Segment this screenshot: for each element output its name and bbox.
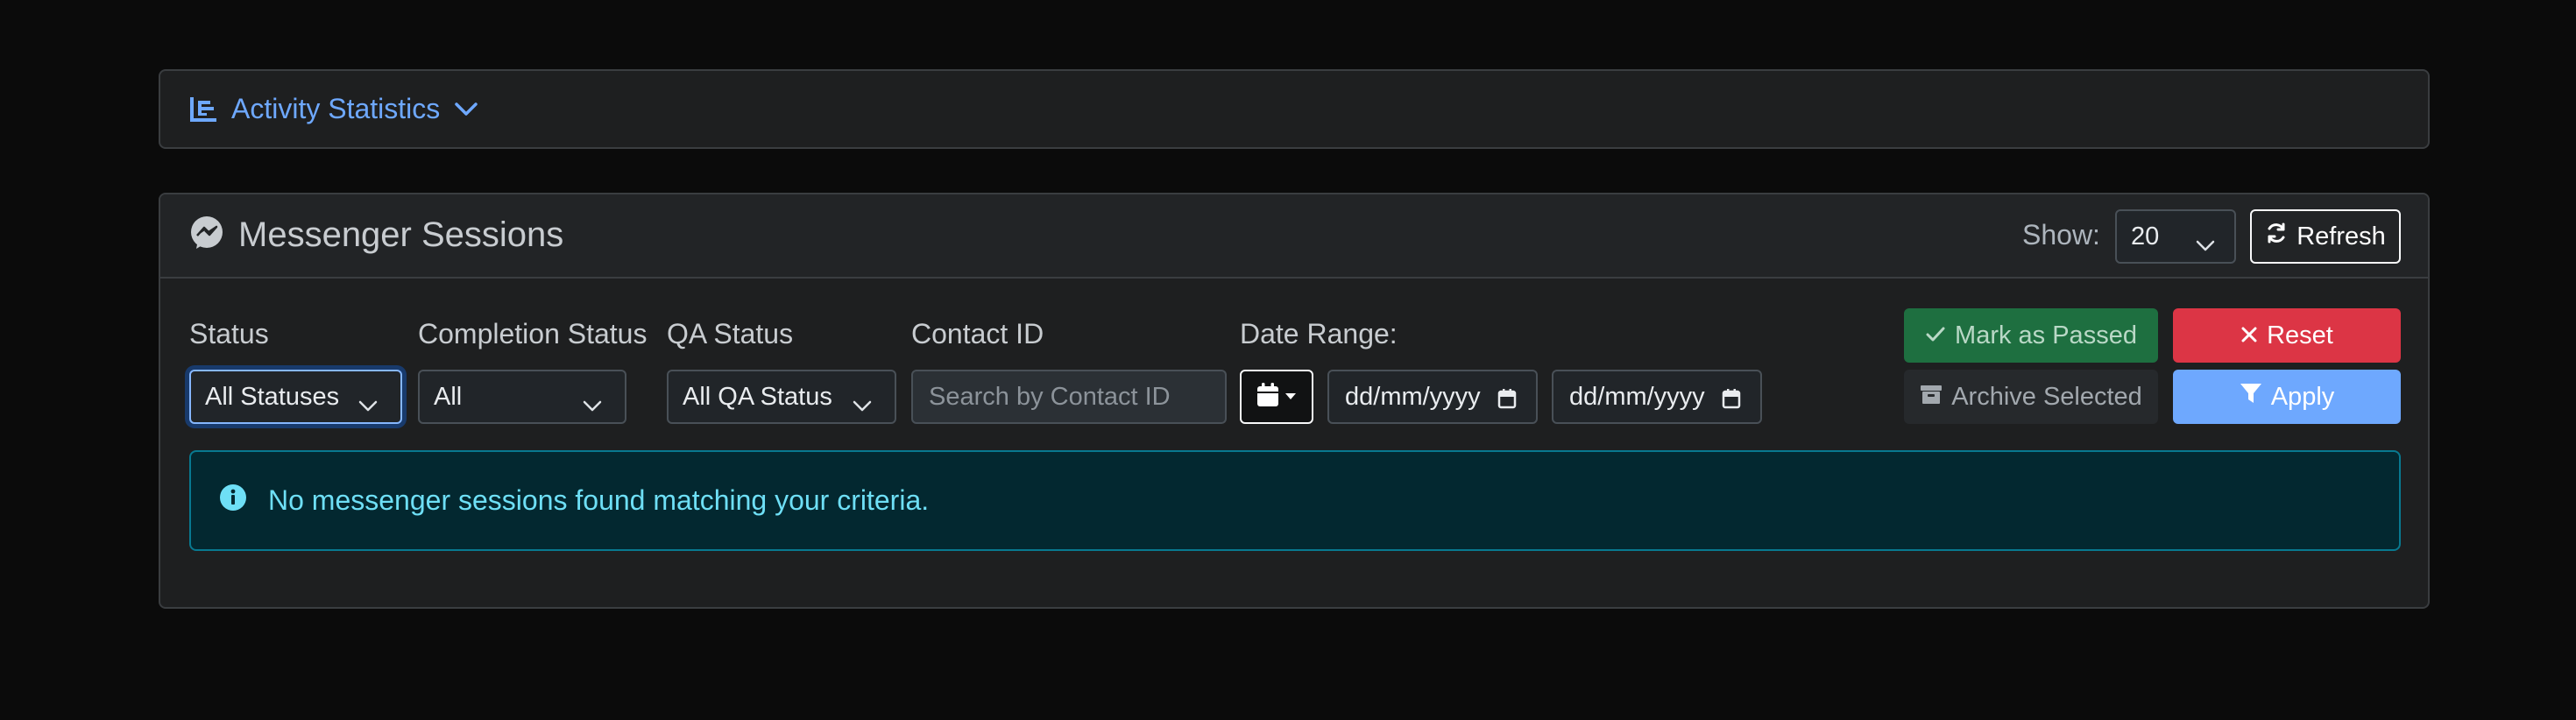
calendar-icon[interactable] [1722, 387, 1741, 416]
chevron-down-icon [358, 391, 378, 420]
contact-id-placeholder: Search by Contact ID [929, 382, 1171, 411]
apply-label: Apply [2270, 382, 2335, 411]
reset-button[interactable]: Reset [2173, 308, 2401, 363]
contact-id-input[interactable]: Search by Contact ID [911, 370, 1227, 424]
refresh-label: Refresh [2296, 222, 2386, 251]
qa-status-select[interactable]: All QA Status [667, 370, 896, 424]
activity-statistics-title: Activity Statistics [231, 93, 441, 124]
chevron-down-icon [2196, 230, 2215, 259]
status-label: Status [189, 318, 269, 349]
contact-id-label: Contact ID [911, 318, 1044, 349]
reset-label: Reset [2267, 321, 2333, 349]
completion-status-value: All [434, 382, 463, 411]
date-preset-dropdown[interactable] [1240, 370, 1313, 424]
qa-status-label: QA Status [667, 318, 794, 349]
sessions-title: Messenger Sessions [189, 215, 563, 255]
page-size-select[interactable]: 20 [2115, 209, 2236, 264]
calendar-icon[interactable] [1497, 387, 1517, 416]
chart-bar-icon [189, 96, 217, 123]
activity-statistics-toggle[interactable]: Activity Statistics [189, 93, 478, 125]
date-to-placeholder: dd/mm/yyyy [1569, 382, 1705, 411]
check-icon [1925, 321, 1946, 350]
apply-button[interactable]: Apply [2173, 370, 2401, 424]
activity-statistics-card: Activity Statistics [159, 69, 2430, 149]
archive-selected-button[interactable]: Archive Selected [1904, 370, 2158, 424]
completion-status-label: Completion Status [418, 318, 648, 349]
mark-as-passed-button[interactable]: Mark as Passed [1904, 308, 2158, 363]
date-from-input[interactable]: dd/mm/yyyy [1327, 370, 1538, 424]
chevron-down-icon [853, 391, 872, 420]
status-select-value: All Statuses [205, 382, 340, 411]
refresh-icon [2265, 222, 2288, 251]
close-icon [2240, 321, 2258, 350]
show-label: Show: [2022, 219, 2100, 251]
info-icon [219, 484, 247, 519]
date-to-input[interactable]: dd/mm/yyyy [1552, 370, 1762, 424]
sessions-header: Messenger Sessions Show: 20 Refresh [160, 194, 2428, 279]
caret-down-icon [1284, 389, 1297, 405]
qa-status-value: All QA Status [683, 382, 832, 411]
page-title: Messenger Sessions [238, 215, 564, 254]
filter-icon [2240, 382, 2262, 412]
mark-as-passed-label: Mark as Passed [1955, 321, 2137, 349]
date-from-placeholder: dd/mm/yyyy [1345, 382, 1481, 411]
chevron-down-icon [454, 102, 478, 117]
calendar-icon [1256, 382, 1279, 412]
messenger-icon [189, 215, 224, 255]
archive-selected-label: Archive Selected [1951, 382, 2142, 411]
no-results-alert: No messenger sessions found matching you… [189, 450, 2401, 551]
alert-message: No messenger sessions found matching you… [268, 484, 930, 516]
date-range-label: Date Range: [1240, 318, 1398, 349]
page-size-value: 20 [2131, 222, 2160, 251]
messenger-sessions-card: Messenger Sessions Show: 20 Refresh Stat… [159, 193, 2430, 609]
status-select[interactable]: All Statuses [189, 370, 402, 424]
archive-icon [1920, 383, 1943, 412]
chevron-down-icon [583, 391, 602, 420]
completion-status-select[interactable]: All [418, 370, 626, 424]
refresh-button[interactable]: Refresh [2250, 209, 2401, 264]
